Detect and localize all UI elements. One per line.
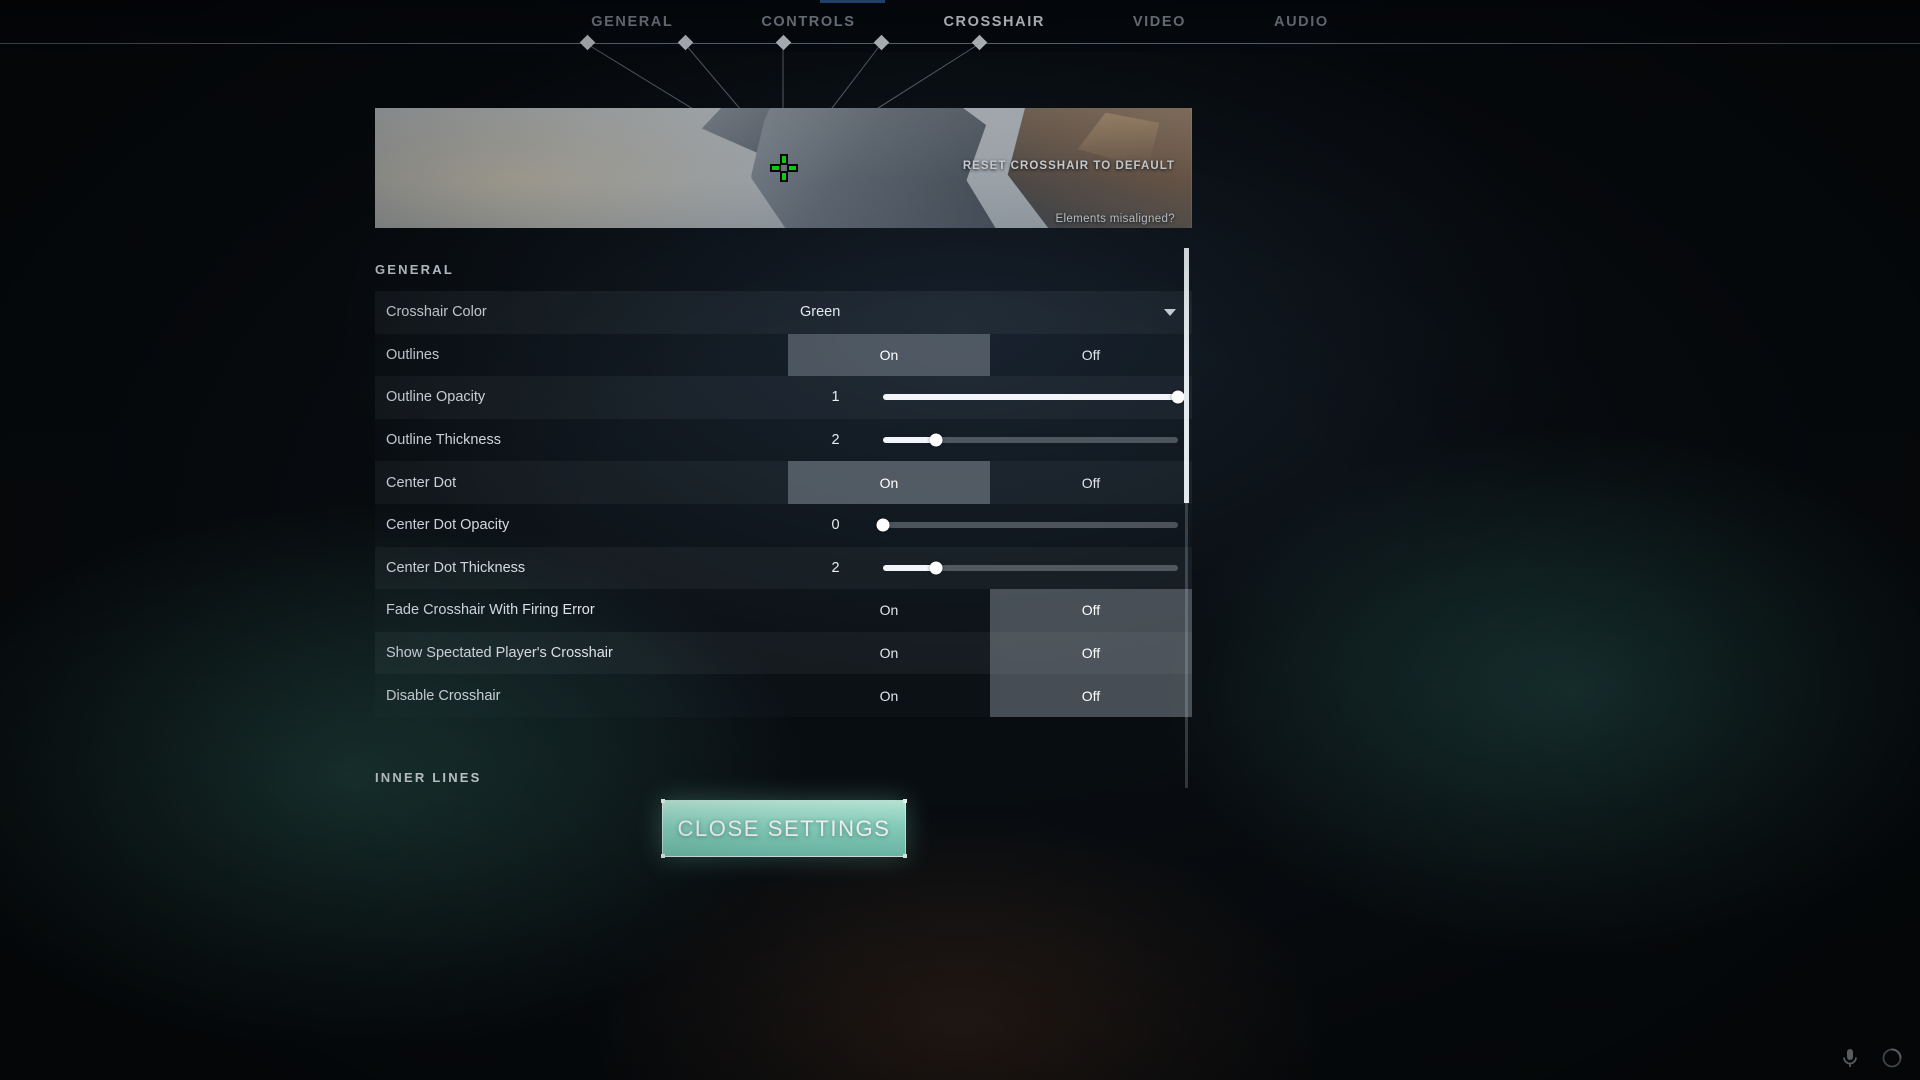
nav-tab-list: GENERAL CONTROLS CROSSHAIR VIDEO AUDIO <box>0 0 1920 44</box>
toggle-option-off[interactable]: Off <box>990 631 1192 675</box>
nav-tab-controls[interactable]: CONTROLS <box>717 14 899 30</box>
setting-control: Green <box>788 291 1192 334</box>
setting-label: Center Dot Opacity <box>375 504 788 547</box>
slider-control: 0 <box>788 504 1192 547</box>
elements-misaligned-link[interactable]: Elements misaligned? <box>1055 213 1175 225</box>
setting-row: Center Dot On Off <box>375 461 1192 504</box>
button-corner-br <box>903 854 907 858</box>
slider-track[interactable] <box>883 390 1185 404</box>
close-settings-button[interactable]: CLOSE SETTINGS <box>661 799 907 858</box>
toggle-group: On Off <box>788 333 1192 377</box>
toggle-option-off[interactable]: Off <box>990 589 1192 632</box>
setting-label: Center Dot Thickness <box>375 546 788 590</box>
slider-knob[interactable] <box>929 433 943 447</box>
slider-knob[interactable] <box>1171 390 1185 404</box>
toggle-group: On Off <box>788 631 1192 675</box>
setting-control: On Off <box>788 674 1192 717</box>
dropdown-value: Green <box>800 304 841 321</box>
setting-row: Center Dot Opacity 0 <box>375 504 1192 547</box>
button-corner-bl <box>661 854 665 858</box>
setting-row: Outline Opacity 1 <box>375 376 1192 419</box>
setting-row: Outline Thickness 2 <box>375 419 1192 462</box>
setting-row: Center Dot Thickness 2 <box>375 546 1192 590</box>
close-settings-label: CLOSE SETTINGS <box>677 815 891 841</box>
setting-label: Outline Thickness <box>375 419 788 462</box>
microphone-icon[interactable] <box>1838 1046 1862 1070</box>
slider-value: 1 <box>831 389 840 406</box>
toggle-group: On Off <box>788 589 1192 632</box>
crosshair-preview-panel: RESET CROSSHAIR TO DEFAULT Elements misa… <box>375 108 1192 228</box>
setting-label: Outlines <box>375 334 788 377</box>
slider-value: 2 <box>831 432 840 449</box>
setting-label: Disable Crosshair <box>375 674 788 717</box>
setting-label: Center Dot <box>375 461 788 504</box>
toggle-option-on[interactable]: On <box>788 674 990 717</box>
slider-value: 2 <box>831 559 840 576</box>
toggle-option-on[interactable]: On <box>788 589 990 632</box>
tray-icon-group <box>1838 1046 1904 1070</box>
nav-underline <box>0 43 1920 44</box>
button-corner-tr <box>903 799 907 803</box>
crosshair-arm-top <box>779 154 788 165</box>
slider-fill <box>883 564 937 571</box>
toggle-option-on[interactable]: On <box>788 632 990 675</box>
slider-control: 1 <box>788 376 1192 419</box>
settings-scrollbar-thumb[interactable] <box>1184 248 1189 503</box>
toggle-option-on[interactable]: On <box>788 333 990 377</box>
crosshair-arm-left <box>769 164 781 172</box>
setting-control: 0 <box>788 504 1192 547</box>
crosshair-settings-panel: GENERAL Crosshair Color Green Outlines On Of… <box>375 262 1192 717</box>
toggle-group: On Off <box>788 674 1192 717</box>
toggle-option-on[interactable]: On <box>788 461 990 504</box>
button-corner-tl <box>661 799 665 803</box>
slider-fill <box>883 394 1178 401</box>
setting-row: Disable Crosshair On Off <box>375 674 1192 717</box>
section-header-general: GENERAL <box>375 262 454 277</box>
setting-label: Outline Opacity <box>375 376 788 419</box>
slider-knob[interactable] <box>876 518 890 532</box>
slider-value: 0 <box>831 517 840 534</box>
toggle-option-off[interactable]: Off <box>990 334 1192 377</box>
nav-tab-crosshair[interactable]: CROSSHAIR <box>899 14 1088 30</box>
setting-row: Crosshair Color Green <box>375 291 1192 334</box>
setting-label: Crosshair Color <box>375 291 788 334</box>
toggle-group: On Off <box>788 461 1192 504</box>
slider-track[interactable] <box>883 561 1178 575</box>
nav-tab-audio[interactable]: AUDIO <box>1230 14 1373 30</box>
setting-label: Show Spectated Player's Crosshair <box>375 631 788 675</box>
toggle-option-off[interactable]: Off <box>990 461 1192 504</box>
setting-control: 1 <box>788 376 1192 419</box>
crosshair-glyph <box>769 154 798 182</box>
crosshair-arm-bottom <box>779 171 788 182</box>
toggle-option-off[interactable]: Off <box>990 674 1192 717</box>
slider-track[interactable] <box>883 433 1178 447</box>
setting-control: On Off <box>788 631 1192 675</box>
setting-control: On Off <box>788 589 1192 632</box>
chevron-down-icon <box>1164 308 1176 316</box>
setting-label: Fade Crosshair With Firing Error <box>375 589 788 632</box>
nav-tab-general[interactable]: GENERAL <box>547 14 717 30</box>
slider-control: 2 <box>788 547 1192 590</box>
setting-control: On Off <box>788 461 1192 504</box>
setting-row: Fade Crosshair With Firing Error On Off <box>375 589 1192 632</box>
crosshair-color-dropdown[interactable]: Green <box>788 291 1192 334</box>
setting-control: On Off <box>788 333 1192 377</box>
loading-spinner-icon[interactable] <box>1880 1046 1904 1070</box>
crosshair-arm-right <box>786 164 798 172</box>
slider-track[interactable] <box>876 518 1178 532</box>
setting-row: Show Spectated Player's Crosshair On Off <box>375 631 1192 675</box>
setting-control: 2 <box>788 546 1192 590</box>
slider-control: 2 <box>788 419 1192 462</box>
slider-fill <box>883 437 937 444</box>
settings-top-nav: GENERAL CONTROLS CROSSHAIR VIDEO AUDIO <box>0 0 1920 52</box>
nav-tab-video[interactable]: VIDEO <box>1089 14 1230 30</box>
slider-knob[interactable] <box>929 561 943 575</box>
setting-row: Outlines On Off <box>375 333 1192 377</box>
section-header-inner-lines: INNER LINES <box>375 770 482 785</box>
settings-row-list: Crosshair Color Green Outlines On Off Outline… <box>375 291 1192 717</box>
reset-crosshair-to-default-button[interactable]: RESET CROSSHAIR TO DEFAULT <box>963 160 1175 172</box>
setting-control: 2 <box>788 419 1192 462</box>
